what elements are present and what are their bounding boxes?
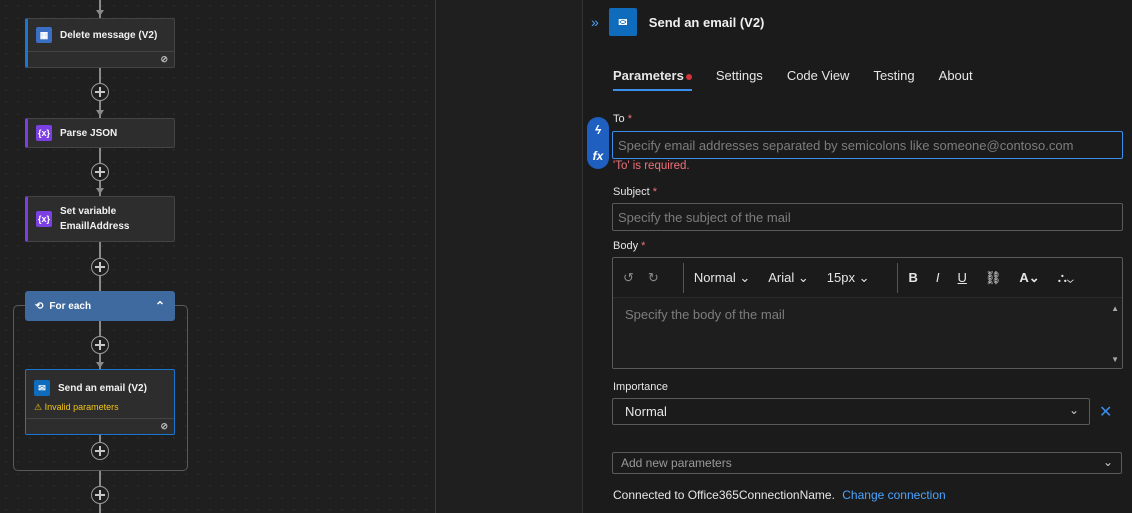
subject-label: Subject *: [613, 186, 658, 198]
foreach-title: For each: [49, 300, 92, 312]
undo-icon[interactable]: ↺: [623, 270, 634, 286]
designer-canvas[interactable]: ▦ Delete message (V2) ⊘ {x} Parse JSON {…: [0, 0, 436, 513]
italic-icon[interactable]: I: [936, 270, 940, 285]
link-icon: ⊘: [160, 421, 168, 431]
send-email-card[interactable]: ✉ Send an email (V2) ⚠ Invalid parameter…: [25, 369, 175, 435]
arrow-icon: [96, 110, 104, 116]
collapse-icon[interactable]: ⌃: [155, 299, 165, 313]
link-icon: ⊘: [160, 54, 168, 64]
underline-icon[interactable]: U: [958, 270, 967, 285]
error-dot: [685, 73, 692, 80]
expand-icon[interactable]: »: [591, 14, 599, 30]
scroll-up-icon[interactable]: ▲: [1111, 304, 1119, 313]
add-step-button[interactable]: [91, 83, 109, 101]
card-title: Parse JSON: [60, 127, 118, 139]
arrow-icon: [96, 10, 104, 16]
set-variable-card[interactable]: {x} Set variable EmaillAddress: [25, 196, 175, 242]
add-step-button[interactable]: [91, 442, 109, 460]
lightning-icon[interactable]: ϟ: [595, 123, 601, 137]
card-title-line2: EmaillAddress: [60, 221, 130, 232]
connection-info: Connected to Office365ConnectionName. Ch…: [613, 488, 946, 502]
action-details-panel: » ✉ Send an email (V2) Parameters Settin…: [582, 0, 1132, 513]
add-step-button[interactable]: [91, 163, 109, 181]
panel-header: » ✉ Send an email (V2): [591, 8, 764, 36]
font-color-icon[interactable]: A⌄: [1019, 270, 1039, 286]
tab-settings[interactable]: Settings: [716, 68, 763, 91]
tab-bar: Parameters Settings Code View Testing Ab…: [613, 68, 973, 91]
tab-parameters[interactable]: Parameters: [613, 68, 692, 91]
editor-toolbar: ↺ ↻ Normal ⌄ Arial ⌄ 15px ⌄ B I U ⛓ A⌄ ⛬…: [613, 258, 1122, 298]
chevron-down-icon: ⌄: [1068, 403, 1079, 417]
remove-icon[interactable]: ✕: [1099, 402, 1112, 422]
change-connection-link[interactable]: Change connection: [842, 488, 945, 502]
body-label: Body *: [613, 240, 646, 252]
importance-label: Importance: [613, 381, 669, 393]
arrow-icon: [96, 362, 104, 368]
body-text-area[interactable]: Specify the body of the mail ▲ ▼: [613, 298, 1122, 368]
to-error: 'To' is required.: [613, 160, 690, 172]
subject-input[interactable]: Specify the subject of the mail: [612, 203, 1123, 231]
add-step-button[interactable]: [91, 486, 109, 504]
tab-about[interactable]: About: [939, 68, 973, 91]
expression-tools: ϟ fx: [587, 117, 609, 169]
link-icon[interactable]: ⛓: [985, 270, 1002, 286]
card-title: Delete message (V2): [60, 29, 158, 41]
bold-icon[interactable]: B: [908, 270, 917, 285]
add-step-button[interactable]: [91, 258, 109, 276]
outlook-icon: ✉: [34, 380, 50, 396]
variable-icon: {x}: [36, 211, 52, 227]
size-dropdown[interactable]: 15px ⌄: [827, 270, 870, 286]
card-title-line1: Set variable: [60, 206, 117, 217]
panel-title: Send an email (V2): [648, 14, 765, 30]
warning-text: ⚠ Invalid parameters: [34, 402, 119, 412]
foreach-header[interactable]: ⟲ For each ⌃: [25, 291, 175, 321]
highlight-icon[interactable]: ⛬⌄: [1058, 270, 1074, 286]
add-parameters-select[interactable]: Add new parameters ⌄: [612, 452, 1122, 474]
scroll-down-icon[interactable]: ▼: [1111, 355, 1119, 364]
to-input[interactable]: Specify email addresses separated by sem…: [612, 131, 1123, 159]
warning-icon: ⚠: [34, 402, 43, 412]
font-dropdown[interactable]: Arial ⌄: [768, 270, 809, 286]
style-dropdown[interactable]: Normal ⌄: [694, 270, 750, 286]
loop-icon: ⟲: [35, 300, 44, 312]
redo-icon[interactable]: ↻: [648, 270, 659, 286]
arrow-icon: [96, 188, 104, 194]
chevron-down-icon: ⌄: [1102, 455, 1113, 469]
tab-code-view[interactable]: Code View: [787, 68, 850, 91]
importance-select[interactable]: Normal ⌄: [612, 398, 1090, 425]
to-label: To *: [613, 113, 632, 125]
outlook-icon: ✉: [608, 8, 637, 36]
add-step-button[interactable]: [91, 336, 109, 354]
tab-testing[interactable]: Testing: [873, 68, 914, 91]
delete-message-card[interactable]: ▦ Delete message (V2) ⊘: [25, 18, 175, 68]
fx-icon[interactable]: fx: [593, 149, 604, 163]
body-editor[interactable]: ↺ ↻ Normal ⌄ Arial ⌄ 15px ⌄ B I U ⛓ A⌄ ⛬…: [612, 257, 1123, 369]
braces-icon: {x}: [36, 125, 52, 141]
office-icon: ▦: [36, 27, 52, 43]
card-title: Send an email (V2): [58, 382, 147, 394]
parse-json-card[interactable]: {x} Parse JSON: [25, 118, 175, 148]
